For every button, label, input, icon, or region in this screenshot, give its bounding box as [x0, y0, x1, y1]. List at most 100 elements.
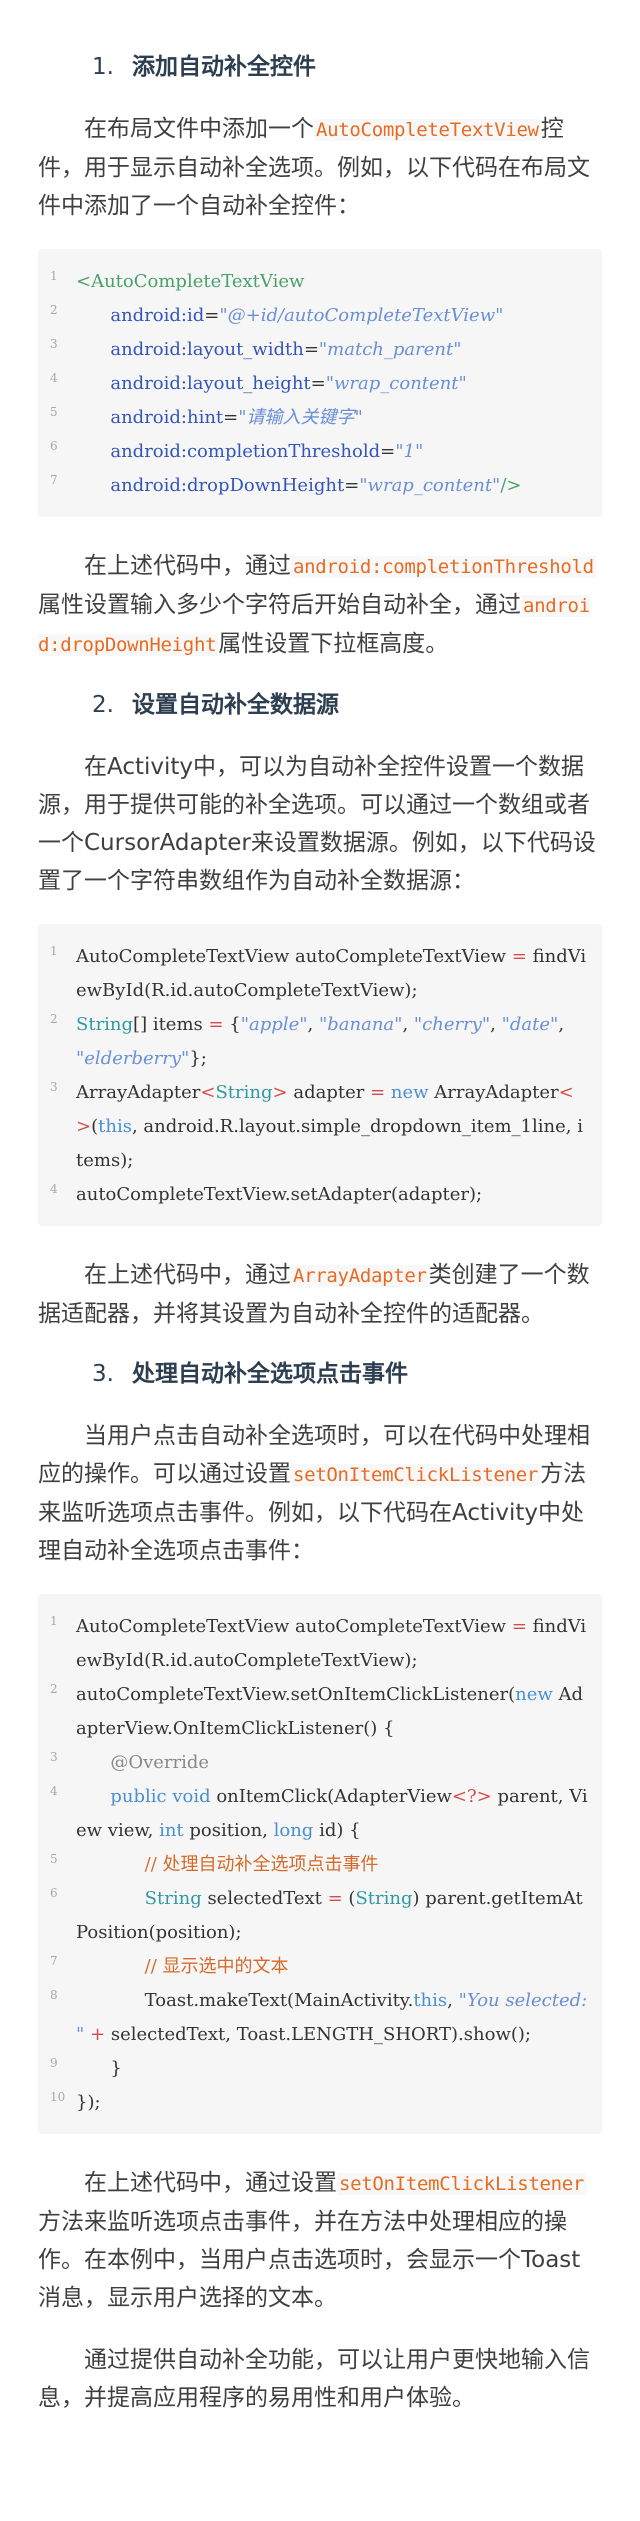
inline-code: AutoCompleteTextView [314, 119, 541, 141]
code-line: 2 String[] items = {"apple", "banana", "c… [48, 1008, 588, 1076]
section-number: 2. [92, 692, 114, 718]
code-token: "wrap_content" [325, 373, 467, 394]
section-title: 添加自动补全控件 [131, 54, 316, 80]
line-number: 3 [50, 337, 58, 351]
code-token: "You selected: " [76, 1990, 593, 2045]
line-number: 8 [50, 1988, 58, 2002]
code-token: "match_parent" [318, 339, 462, 360]
code-text: Toast.makeText(MainActivity.this, "You s… [76, 1990, 593, 2045]
code-token: <AutoCompleteTextView [76, 271, 305, 292]
code-block[interactable]: 1 <AutoCompleteTextView 2 android:id="@+id… [38, 249, 602, 517]
paragraph: 在上述代码中，通过 android:completionThreshold 属性设置… [38, 547, 602, 664]
code-text: <AutoCompleteTextView [76, 265, 588, 299]
code-line: 4 public void onItemClick(AdapterView<?>… [48, 1780, 588, 1848]
code-text: String selectedText = (String) parent.ge… [76, 1888, 583, 1943]
code-token: String [215, 1082, 273, 1103]
section-number: 1. [92, 54, 114, 80]
line-number: 3 [50, 1080, 58, 1094]
code-token: + [90, 2024, 106, 2045]
paragraph: 当用户点击自动补全选项时，可以在代码中处理相应的操作。可以通过设置 setOnIt… [38, 1417, 602, 1570]
code-text: // 处理自动补全选项点击事件 [76, 1848, 588, 1882]
paragraph: 在上述代码中，通过设置 setOnItemClickListener 方法来监听选项… [38, 2164, 602, 2317]
code-text: android:id="@+id/autoCompleteTextView" [110, 305, 504, 326]
code-token: String [76, 1014, 134, 1035]
code-token: android:id [110, 305, 205, 326]
line-number: 2 [50, 303, 58, 317]
code-line: 8 Toast.makeText(MainActivity.this, "You… [48, 1984, 588, 2052]
code-token: "1" [395, 441, 424, 462]
line-number: 6 [50, 1886, 58, 1900]
code-text: // 显示选中的文本 [76, 1950, 588, 1984]
code-line: 3 @Override [48, 1746, 588, 1780]
paragraph: 在布局文件中添加一个 AutoCompleteTextView控件，用于显示自动补… [38, 110, 602, 225]
code-line: 1 AutoCompleteTextView autoCompleteTextVi… [48, 940, 588, 1008]
article: 1. 添加自动补全控件 在布局文件中添加一个 AutoCompleteTextVie… [0, 0, 640, 2521]
code-token: public [110, 1786, 167, 1807]
code-token: "apple" [240, 1014, 308, 1035]
code-token: "cherry" [413, 1014, 491, 1035]
paragraph-text: 属性设置输入多少个字符后开始自动补全，通过 [38, 592, 521, 618]
paragraph-text: 属性设置下拉框高度。 [218, 631, 449, 657]
code-line: 5 // 处理自动补全选项点击事件 [48, 1848, 588, 1882]
code-token: "wrap_content" [359, 475, 501, 496]
conclusion-paragraph: 通过提供自动补全功能，可以让用户更快地输入信息，并提高应用程序的易用性和用户体验… [38, 2341, 602, 2417]
line-number: 10 [50, 2090, 66, 2104]
code-text: android:dropDownHeight="wrap_content"/> [110, 475, 522, 496]
code-text: android:hint="请输入关键字" [110, 407, 363, 428]
inline-code: ArrayAdapter [291, 1265, 429, 1287]
code-line: 1 <AutoCompleteTextView [48, 265, 588, 299]
code-line: 2 android:id="@+id/autoCompleteTextView" [48, 299, 588, 333]
inline-code: setOnItemClickListener [337, 2173, 587, 2195]
code-token: void [172, 1786, 211, 1807]
code-line: 3 android:layout_width="match_parent" [48, 333, 588, 367]
section-title: 设置自动补全数据源 [131, 692, 339, 718]
paragraph-text: 在Activity中，可以为自动补全控件设置一个数据源，用于提供可能的补全选项。… [38, 754, 596, 894]
code-block[interactable]: 1 AutoCompleteTextView autoCompleteTextVi… [38, 1594, 602, 2134]
code-token: = [370, 1082, 386, 1103]
line-number: 4 [50, 1182, 58, 1196]
line-number: 9 [50, 2056, 58, 2070]
code-text: ArrayAdapter<String> adapter = new Array… [76, 1082, 583, 1171]
code-line: 9 } [48, 2052, 588, 2086]
section-heading-1: 1. 添加自动补全控件 [92, 50, 602, 84]
line-number: 7 [50, 1954, 58, 1968]
code-token: "@+id/autoCompleteTextView" [219, 305, 504, 326]
section-number: 3. [92, 1361, 114, 1387]
code-line: 2 autoCompleteTextView.setOnItemClickList… [48, 1678, 588, 1746]
code-token: // 处理自动补全选项点击事件 [144, 1854, 379, 1875]
code-token: "elderberry" [76, 1048, 190, 1069]
paragraph-text: 在布局文件中添加一个 [84, 116, 314, 142]
paragraph: 在上述代码中，通过 ArrayAdapter类创建了一个数据适配器，并将其设置为自… [38, 1256, 602, 1333]
code-line: 6 android:completionThreshold="1" [48, 435, 588, 469]
code-text: @Override [76, 1746, 588, 1780]
inline-code: setOnItemClickListener [291, 1464, 541, 1486]
code-line: 10}); [48, 2086, 588, 2120]
code-token: > [272, 1082, 288, 1103]
code-text: } [110, 2058, 122, 2079]
code-token: android:layout_width [110, 339, 304, 360]
code-token: int [159, 1820, 184, 1841]
line-number: 6 [50, 439, 58, 453]
section-title: 处理自动补全选项点击事件 [131, 1361, 408, 1387]
code-token: android:completionThreshold [110, 441, 381, 462]
paragraph-text: 在上述代码中，通过 [84, 553, 291, 579]
code-token: android:dropDownHeight [110, 475, 345, 496]
code-line: 7 // 显示选中的文本 [48, 1950, 588, 1984]
code-line: 1 AutoCompleteTextView autoCompleteTextVi… [48, 1610, 588, 1678]
code-line: 7 android:dropDownHeight="wrap_content"/… [48, 469, 588, 503]
code-token: "banana" [318, 1014, 403, 1035]
code-text: android:layout_width="match_parent" [110, 339, 462, 360]
code-text: android:completionThreshold="1" [110, 441, 424, 462]
code-token: = [327, 1888, 343, 1909]
code-token: long [273, 1820, 314, 1841]
line-number: 4 [50, 371, 58, 385]
code-token: // 显示选中的文本 [144, 1956, 289, 1977]
code-token: <?> [451, 1786, 492, 1807]
code-token: android:layout_height [110, 373, 311, 394]
code-line: 5 android:hint="请输入关键字" [48, 401, 588, 435]
paragraph-text: 通过提供自动补全功能，可以让用户更快地输入信息，并提高应用程序的易用性和用户体验… [38, 2347, 590, 2411]
code-block[interactable]: 1 AutoCompleteTextView autoCompleteTextVi… [38, 924, 602, 1226]
code-token: new [515, 1684, 553, 1705]
code-token: "date" [501, 1014, 559, 1035]
code-text: autoCompleteTextView.setAdapter(adapter)… [76, 1184, 483, 1205]
